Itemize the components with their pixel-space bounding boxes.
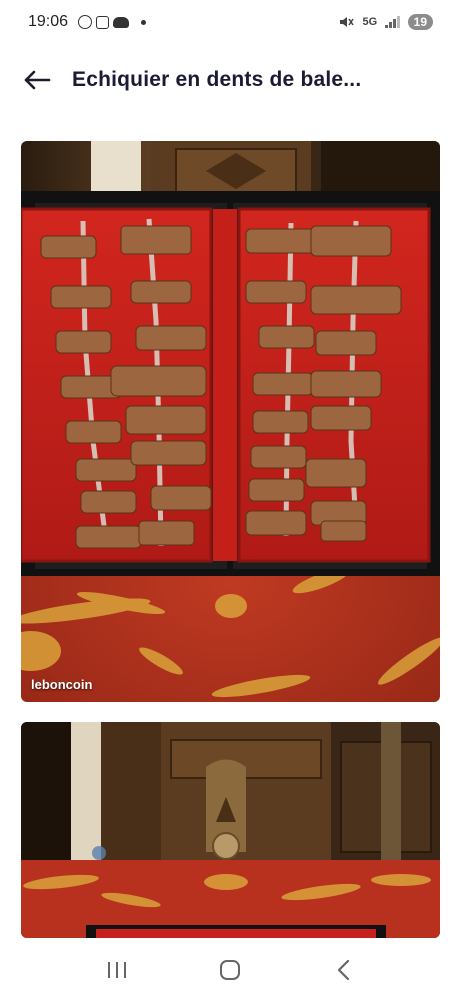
- network-type: 5G: [362, 16, 378, 28]
- mute-icon: [340, 17, 355, 27]
- home-button[interactable]: [210, 950, 250, 990]
- page-title: Echiquier en dents de bale...: [72, 68, 362, 91]
- signal-icon: [385, 16, 400, 28]
- status-time: 19:06: [28, 13, 69, 30]
- gallery-image-2[interactable]: [21, 722, 440, 938]
- battery-badge: 19: [407, 14, 433, 30]
- whatsapp-icon: [78, 15, 93, 29]
- gallery-image-1[interactable]: leboncoin: [21, 141, 440, 702]
- more-notifications-icon: [141, 19, 147, 25]
- home-icon: [220, 960, 241, 980]
- cloud-icon: [113, 16, 130, 28]
- arrow-left-icon: [24, 70, 51, 90]
- screenshot-icon: [96, 15, 110, 29]
- chess-set-photo: [21, 141, 440, 702]
- system-back-button[interactable]: [324, 950, 364, 990]
- navigation-bar: [0, 940, 461, 1000]
- header: Echiquier en dents de bale...: [0, 56, 461, 104]
- chess-box-photo: [21, 722, 440, 938]
- status-left: 19:06: [28, 13, 147, 31]
- recents-button[interactable]: [97, 950, 137, 990]
- back-button[interactable]: [20, 63, 54, 97]
- status-bar: 19:06 5G 19: [0, 0, 461, 44]
- recents-icon: [107, 962, 126, 978]
- status-right: 5G 19: [338, 14, 433, 30]
- notification-icons: [78, 15, 147, 29]
- back-chevron-icon: [338, 959, 350, 981]
- watermark: leboncoin: [31, 677, 93, 692]
